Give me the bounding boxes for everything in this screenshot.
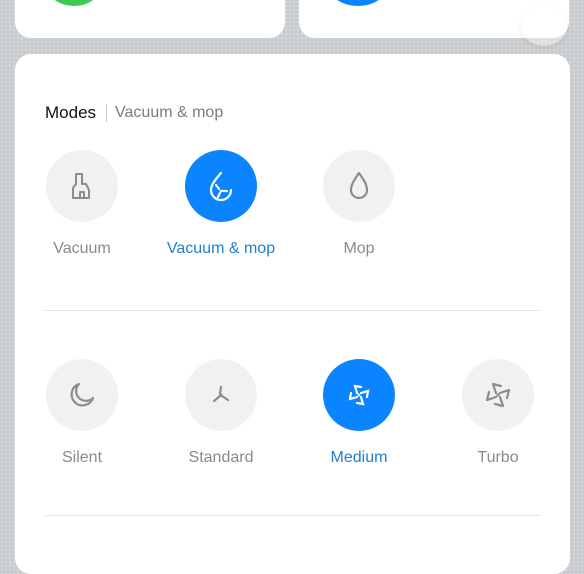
- suction-option-silent[interactable]: Silent: [12, 359, 152, 467]
- fan-large-icon: [481, 378, 515, 412]
- section-divider-bottom: [45, 515, 540, 516]
- mode-label-vacuum: Vacuum: [53, 240, 111, 257]
- mode-mop-button[interactable]: [323, 150, 395, 222]
- mode-label-vacuum-mop: Vacuum & mop: [166, 240, 276, 257]
- mode-option-vacuum-mop[interactable]: Vacuum & mop: [151, 150, 291, 258]
- vacuum-mop-icon: [204, 169, 238, 203]
- suction-turbo-button[interactable]: [462, 359, 534, 431]
- mode-option-vacuum[interactable]: Vacuum: [12, 150, 152, 258]
- section-divider: [45, 310, 540, 311]
- suction-option-medium[interactable]: Medium: [289, 359, 429, 467]
- suction-option-turbo[interactable]: Turbo: [428, 359, 568, 467]
- mode-option-mop[interactable]: Mop: [289, 150, 429, 258]
- suction-label-standard: Standard: [188, 449, 254, 466]
- vacuum-icon: [66, 170, 98, 202]
- mode-vacuum-mop-button[interactable]: [185, 150, 257, 222]
- status-indicator-green: [47, 0, 101, 6]
- status-indicator-blue: [329, 0, 387, 6]
- modes-card: Modes Vacuum & mop Vacuum Vacuum & mop M…: [15, 54, 570, 574]
- modes-title: Modes: [45, 103, 97, 122]
- suction-label-turbo: Turbo: [477, 449, 519, 466]
- suction-standard-button[interactable]: [185, 359, 257, 431]
- mode-vacuum-button[interactable]: [46, 150, 118, 222]
- suction-option-standard[interactable]: Standard: [151, 359, 291, 467]
- moon-icon: [66, 379, 98, 411]
- modes-subtitle: Vacuum & mop: [115, 104, 224, 121]
- suction-label-medium: Medium: [330, 449, 388, 466]
- mode-label-mop: Mop: [343, 240, 375, 257]
- floating-button[interactable]: [521, 6, 567, 46]
- suction-silent-button[interactable]: [46, 359, 118, 431]
- suction-medium-button[interactable]: [323, 359, 395, 431]
- suction-label-silent: Silent: [61, 449, 103, 466]
- water-drop-icon: [344, 170, 374, 202]
- header-separator: [106, 104, 108, 122]
- fan-small-icon: [205, 379, 237, 411]
- top-left-card[interactable]: [15, 0, 285, 38]
- modes-header: Modes Vacuum & mop: [45, 102, 223, 124]
- fan-medium-icon: [342, 378, 376, 412]
